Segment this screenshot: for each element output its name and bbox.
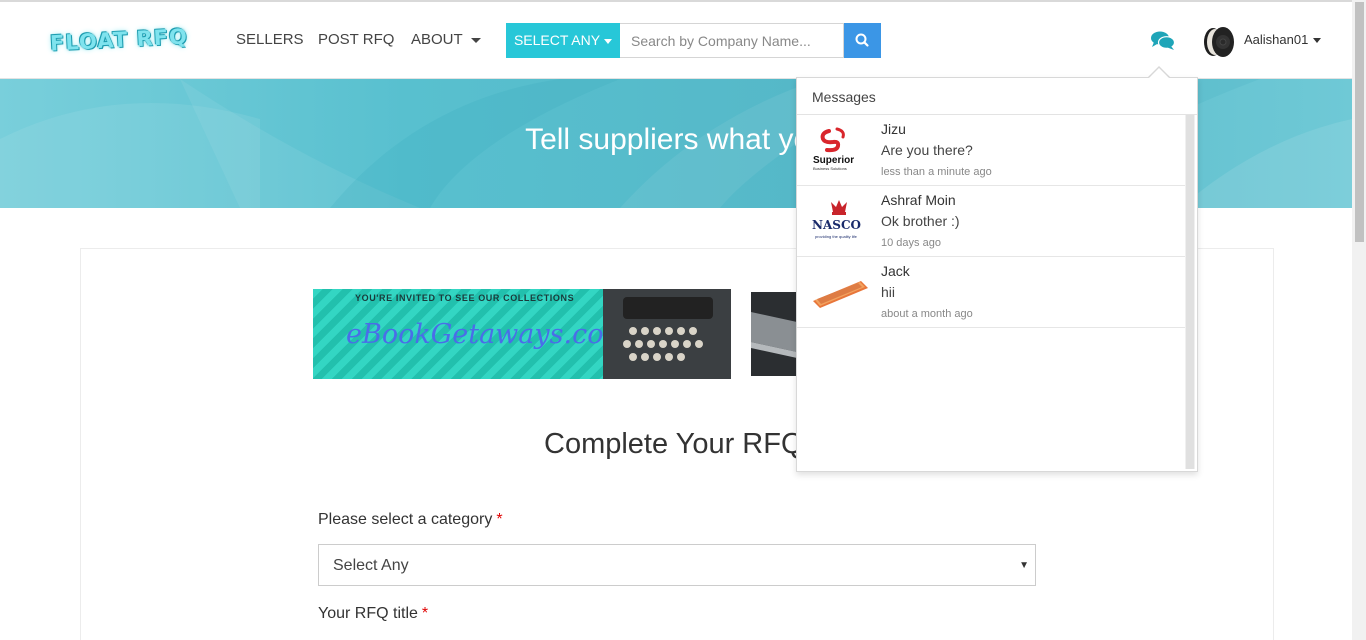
chevron-down-icon	[1313, 38, 1322, 44]
nav-about-dropdown[interactable]: ABOUT	[411, 31, 481, 48]
user-menu-dropdown[interactable]: Aalishan01	[1244, 32, 1322, 47]
message-sender: Jack	[881, 263, 910, 279]
search-category-dropdown[interactable]: SELECT ANY	[506, 23, 620, 58]
message-time: less than a minute ago	[881, 166, 992, 178]
message-time: about a month ago	[881, 308, 973, 320]
banner-brand-text: eBookGetaways.com	[346, 319, 630, 350]
float-rfq-logo[interactable]: FLOAT RFQ	[49, 24, 188, 55]
laptop-image	[751, 292, 797, 376]
chevron-down-icon	[604, 38, 613, 44]
nav-post-rfq-link[interactable]: POST RFQ	[318, 31, 394, 48]
search-category-label: SELECT ANY	[513, 32, 601, 48]
superior-logo: Superior Business Solutions	[811, 125, 871, 175]
message-item[interactable]: Superior Business Solutions Jizu Are you…	[797, 115, 1185, 186]
messages-list: Superior Business Solutions Jizu Are you…	[797, 115, 1185, 328]
page-scrollbar-thumb[interactable]	[1355, 2, 1364, 242]
search-button[interactable]	[844, 23, 881, 58]
advertisement-banner[interactable]: YOU'RE INVITED TO SEE OUR COLLECTIONS eB…	[313, 289, 797, 379]
required-asterisk: *	[421, 605, 429, 622]
typewriter-image	[603, 289, 731, 379]
svg-text:providing the quality life: providing the quality life	[815, 234, 858, 239]
dropdown-arrow-icon: ▼	[1019, 560, 1029, 571]
messages-chat-icon[interactable]	[1150, 30, 1176, 52]
search-input[interactable]	[620, 23, 844, 58]
required-asterisk: *	[496, 511, 503, 528]
messages-dropdown: Messages Superior Business Solutions Jiz…	[796, 77, 1198, 472]
nasco-logo: NASCO providing the quality life	[811, 196, 871, 246]
message-preview: hii	[881, 284, 896, 300]
messages-scrollbar[interactable]	[1185, 115, 1195, 469]
user-avatar[interactable]	[1201, 23, 1237, 59]
category-label-text: Please select a category	[318, 511, 493, 528]
search-icon	[855, 33, 869, 47]
nav-about-label: ABOUT	[411, 31, 463, 48]
svg-text:Business Solutions: Business Solutions	[813, 166, 847, 171]
rfq-title-field-label: Your RFQ title *	[318, 605, 428, 623]
username-label: Aalishan01	[1244, 32, 1309, 47]
category-select-value: Select Any	[333, 557, 409, 574]
banner-invite-text: YOU'RE INVITED TO SEE OUR COLLECTIONS	[355, 293, 575, 303]
nav-sellers-link[interactable]: SELLERS	[236, 31, 304, 48]
message-item[interactable]: NASCO providing the quality life Ashraf …	[797, 186, 1185, 257]
svg-text:Superior: Superior	[813, 155, 854, 166]
svg-text:NASCO: NASCO	[812, 218, 861, 232]
chevron-down-icon	[470, 37, 481, 43]
phone-image	[811, 267, 871, 317]
form-title: Complete Your RFQ	[544, 428, 804, 460]
message-item[interactable]: Jack hii about a month ago	[797, 257, 1185, 328]
page-scrollbar[interactable]	[1352, 0, 1366, 640]
message-preview: Are you there?	[881, 142, 973, 158]
message-preview: Ok brother :)	[881, 213, 960, 229]
messages-scrollbar-thumb[interactable]	[1186, 115, 1194, 469]
category-select[interactable]: Select Any ▼	[318, 544, 1036, 586]
category-field-label: Please select a category *	[318, 511, 503, 529]
messages-header: Messages	[797, 78, 1197, 115]
rfq-title-label-text: Your RFQ title	[318, 605, 418, 622]
messages-popover-arrow-fill	[1149, 68, 1169, 78]
message-sender: Ashraf Moin	[881, 192, 956, 208]
message-sender: Jizu	[881, 121, 906, 137]
message-time: 10 days ago	[881, 237, 941, 249]
